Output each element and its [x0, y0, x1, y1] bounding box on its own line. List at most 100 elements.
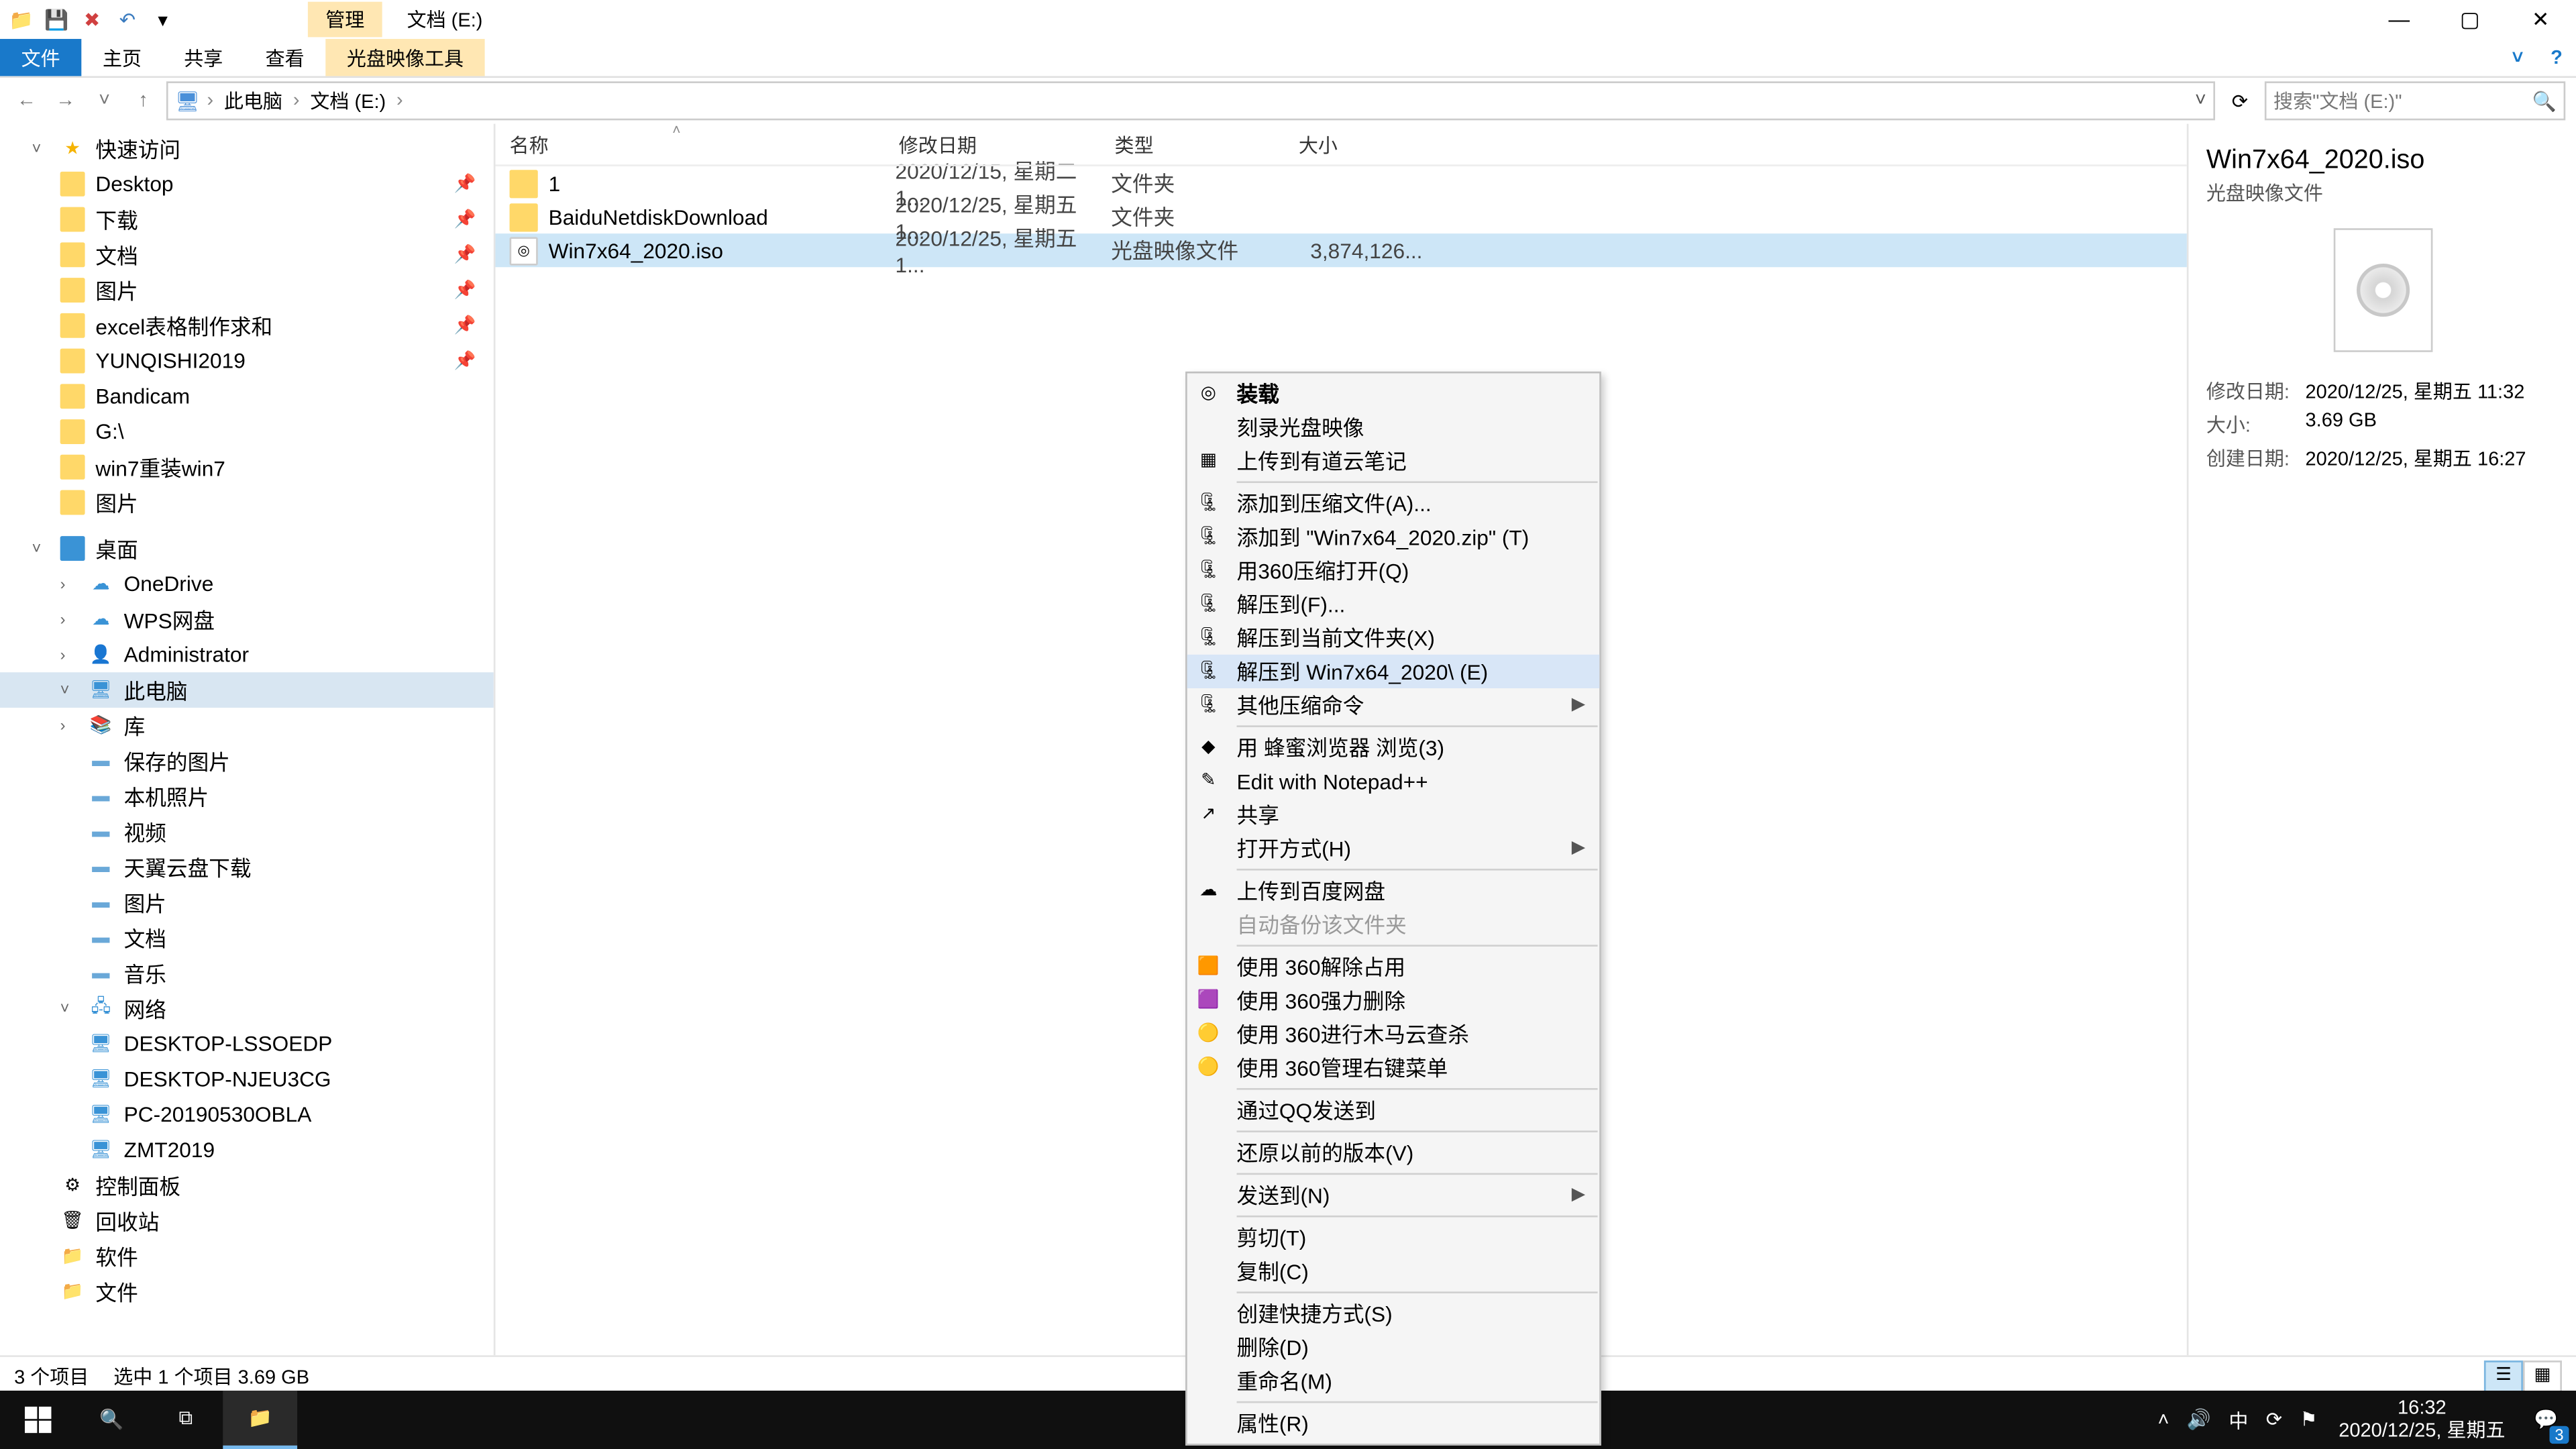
search-button[interactable]: 🔍 [74, 1391, 149, 1449]
file-row[interactable]: 12020/12/15, 星期二 1...文件夹 [495, 166, 2186, 200]
nav-item[interactable]: ▬音乐 [0, 955, 494, 991]
tab-disc-image-tools[interactable]: 光盘映像工具 [325, 39, 484, 76]
tray-chevron-icon[interactable]: ˄ [2158, 1409, 2169, 1431]
nav-item[interactable]: 图片📌 [0, 272, 494, 308]
tab-share[interactable]: 共享 [163, 39, 244, 76]
nav-item[interactable]: 🖥DESKTOP-NJEU3CG [0, 1061, 494, 1097]
search-icon[interactable]: 🔍 [2532, 89, 2557, 112]
nav-quick-access[interactable]: ˅ ★ 快速访问 [0, 131, 494, 166]
nav-item[interactable]: ›📚库 [0, 708, 494, 743]
maximize-button[interactable]: ▢ [2434, 0, 2505, 39]
nav-item[interactable]: 🗑回收站 [0, 1203, 494, 1238]
menu-item[interactable]: 重命名(M) [1187, 1364, 1600, 1397]
nav-item[interactable]: excel表格制作求和📌 [0, 308, 494, 343]
menu-item[interactable]: 🟡使用 360管理右键菜单 [1187, 1051, 1600, 1085]
menu-item[interactable]: 🗜解压到(F)... [1187, 588, 1600, 621]
search-input[interactable]: 搜索"文档 (E:)" 🔍 [2265, 81, 2565, 120]
menu-item[interactable]: 🗜用360压缩打开(Q) [1187, 554, 1600, 588]
tray-sync-icon[interactable]: ⟳ [2266, 1408, 2282, 1431]
menu-item[interactable]: 创建快捷方式(S) [1187, 1297, 1600, 1330]
context-menu[interactable]: ◎装载刻录光盘映像▦上传到有道云笔记 🗜添加到压缩文件(A)...🗜添加到 "Wi… [1185, 372, 1601, 1446]
view-icons-button[interactable]: ▦ [2523, 1360, 2562, 1391]
tab-file[interactable]: 文件 [0, 39, 81, 76]
nav-item[interactable]: YUNQISHI2019📌 [0, 343, 494, 379]
menu-item[interactable]: 打开方式(H)▶ [1187, 832, 1600, 865]
menu-item[interactable]: 发送到(N)▶ [1187, 1179, 1600, 1212]
nav-item[interactable]: ▬视频 [0, 814, 494, 849]
nav-item[interactable]: 📁软件 [0, 1238, 494, 1274]
menu-item[interactable]: ✎Edit with Notepad++ [1187, 764, 1600, 798]
expand-icon[interactable]: › [60, 646, 78, 663]
column-headers[interactable]: ˄ 名称 修改日期 类型 大小 [495, 124, 2186, 166]
nav-item[interactable]: G:\ [0, 414, 494, 449]
menu-item[interactable]: ↗共享 [1187, 798, 1600, 831]
expand-icon[interactable]: › [60, 610, 78, 628]
menu-item[interactable]: ☁上传到百度网盘 [1187, 874, 1600, 908]
column-date[interactable]: 修改日期 [885, 130, 1101, 158]
qat-dropdown-icon[interactable]: ▾ [149, 5, 177, 34]
menu-item[interactable]: 🟪使用 360强力删除 [1187, 983, 1600, 1017]
nav-item[interactable]: ▬保存的图片 [0, 743, 494, 779]
recent-dropdown-icon[interactable]: ˅ [89, 91, 120, 112]
menu-item[interactable]: 🟧使用 360解除占用 [1187, 950, 1600, 983]
menu-item[interactable]: ◎装载 [1187, 377, 1600, 411]
nav-item[interactable]: ›☁WPS网盘 [0, 602, 494, 637]
address-box[interactable]: 🖥 › 此电脑 › 文档 (E:) › ˅ [166, 81, 2215, 120]
tab-home[interactable]: 主页 [81, 39, 162, 76]
nav-network[interactable]: ˅ 🖧 网络 [0, 991, 494, 1026]
nav-item[interactable]: ▬文档 [0, 920, 494, 955]
column-type[interactable]: 类型 [1100, 130, 1284, 158]
start-button[interactable] [0, 1391, 74, 1449]
nav-item[interactable]: 🖥PC-20190530OBLA [0, 1097, 494, 1132]
expand-icon[interactable]: ˅ [60, 1000, 78, 1017]
tray-security-icon[interactable]: ⚑ [2300, 1408, 2317, 1431]
breadcrumb[interactable]: 文档 (E:) [307, 87, 389, 115]
file-row[interactable]: BaiduNetdiskDownload2020/12/25, 星期五 1...… [495, 200, 2186, 233]
help-icon[interactable]: ? [2537, 39, 2576, 76]
nav-item[interactable]: win7重装win7 [0, 449, 494, 485]
menu-item[interactable]: 🗜解压到 Win7x64_2020\ (E) [1187, 655, 1600, 688]
nav-item[interactable]: 文档📌 [0, 237, 494, 272]
menu-item[interactable]: 刻录光盘映像 [1187, 411, 1600, 444]
expand-icon[interactable]: › [60, 575, 78, 592]
nav-item[interactable]: 下载📌 [0, 202, 494, 237]
menu-item[interactable]: 属性(R) [1187, 1407, 1600, 1440]
tab-view[interactable]: 查看 [244, 39, 325, 76]
menu-item[interactable]: 通过QQ发送到 [1187, 1093, 1600, 1127]
column-name[interactable]: 名称 [495, 130, 884, 158]
address-dropdown-icon[interactable]: ˅ [2195, 91, 2206, 112]
nav-item[interactable]: ▬图片 [0, 885, 494, 920]
expand-icon[interactable]: › [60, 716, 78, 734]
nav-item[interactable]: ›☁OneDrive [0, 566, 494, 602]
menu-item[interactable]: 剪切(T) [1187, 1221, 1600, 1254]
nav-desktop[interactable]: ˅ 桌面 [0, 531, 494, 566]
nav-item[interactable]: ›👤Administrator [0, 637, 494, 672]
ribbon-expand-icon[interactable]: ˅ [2498, 39, 2537, 76]
menu-item[interactable]: 🗜添加到压缩文件(A)... [1187, 486, 1600, 520]
nav-item[interactable]: 🖥DESKTOP-LSSOEDP [0, 1026, 494, 1062]
forward-button[interactable]: → [50, 91, 81, 112]
nav-item[interactable]: ▬天翼云盘下载 [0, 849, 494, 885]
menu-item[interactable]: ▦上传到有道云笔记 [1187, 444, 1600, 478]
menu-item[interactable]: 🟡使用 360进行木马云查杀 [1187, 1018, 1600, 1051]
menu-item[interactable]: 还原以前的版本(V) [1187, 1136, 1600, 1169]
task-view-button[interactable]: ⧉ [149, 1391, 223, 1449]
tray-volume-icon[interactable]: 🔊 [2187, 1408, 2211, 1431]
expand-icon[interactable]: ˅ [32, 140, 49, 157]
menu-item[interactable]: 🗜解压到当前文件夹(X) [1187, 621, 1600, 655]
qat-delete-icon[interactable]: ✖ [78, 5, 106, 34]
column-size[interactable]: 大小 [1285, 130, 1409, 158]
qat-save-icon[interactable]: 💾 [42, 5, 70, 34]
nav-item[interactable]: Desktop📌 [0, 166, 494, 202]
nav-item[interactable]: ▬本机照片 [0, 778, 494, 814]
nav-item[interactable]: 🖥ZMT2019 [0, 1132, 494, 1168]
expand-icon[interactable]: ˅ [32, 539, 49, 557]
nav-item[interactable]: ⚙控制面板 [0, 1168, 494, 1203]
system-tray[interactable]: ˄ 🔊 中 ⟳ ⚑ [2147, 1405, 2328, 1434]
refresh-button[interactable]: ⟳ [2222, 89, 2258, 112]
menu-item[interactable]: 🗜添加到 "Win7x64_2020.zip" (T) [1187, 520, 1600, 553]
expand-icon[interactable]: ˅ [60, 681, 78, 698]
menu-item[interactable]: 复制(C) [1187, 1254, 1600, 1288]
taskbar-explorer[interactable]: 📁 [223, 1391, 297, 1449]
nav-item[interactable]: ˅🖥此电脑 [0, 672, 494, 708]
